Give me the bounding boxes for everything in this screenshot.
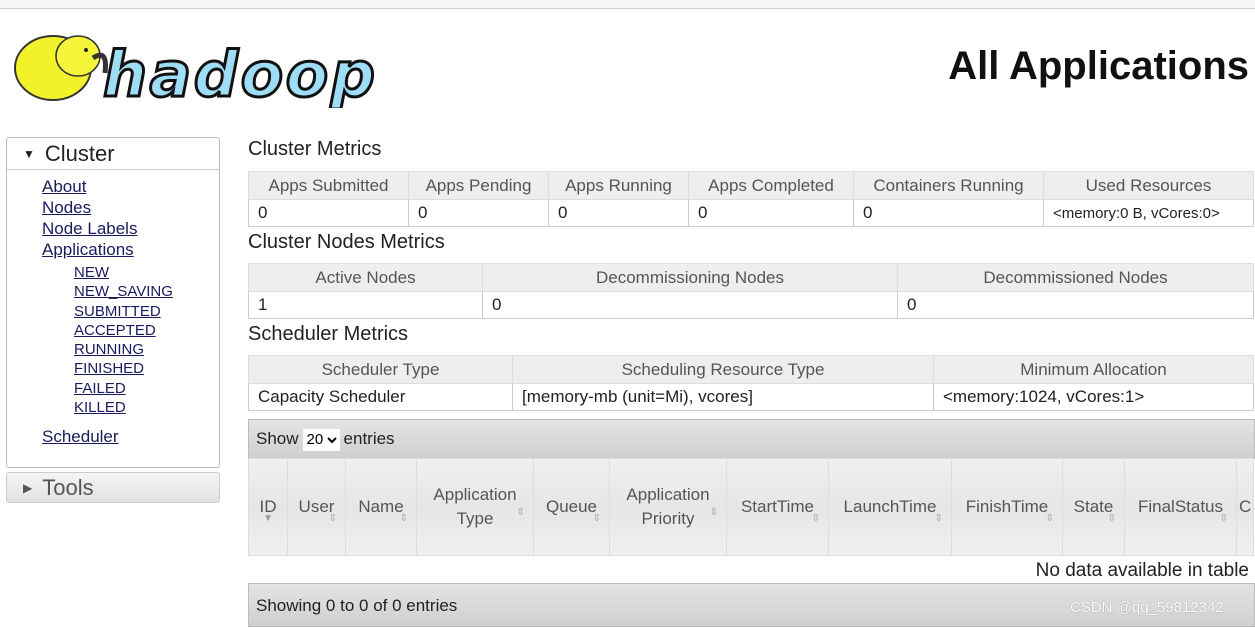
scheduler-metrics-title: Scheduler Metrics	[248, 323, 409, 345]
sort-icon: ⇳	[934, 513, 943, 524]
used-resources-value: <memory:0 B, vCores:0>	[1043, 199, 1254, 227]
col-more[interactable]: C	[1236, 458, 1254, 556]
col-name[interactable]: Name ⇳	[345, 458, 417, 556]
col-decommissioning-nodes: Decommissioning Nodes	[482, 263, 898, 292]
apps-running-value: 0	[548, 199, 689, 227]
table-length-bar: Show 20 entries	[248, 419, 1255, 459]
link-about[interactable]: About	[7, 176, 219, 197]
containers-running-value: 0	[853, 199, 1044, 227]
nodes-metrics-title: Cluster Nodes Metrics	[248, 231, 445, 253]
sort-icon: ⇳	[516, 507, 525, 518]
show-label: Show	[256, 429, 299, 448]
page-size-select[interactable]: 20	[302, 428, 340, 451]
sort-icon: ⇳	[592, 513, 601, 524]
col-queue[interactable]: Queue ⇳	[533, 458, 610, 556]
active-nodes-link[interactable]: 1	[258, 295, 267, 314]
link-state-failed[interactable]: FAILED	[7, 379, 219, 398]
sort-icon: ⇳	[1107, 513, 1116, 524]
tools-label: Tools	[42, 475, 94, 500]
col-active-nodes: Active Nodes	[248, 263, 483, 292]
col-scheduler-type: Scheduler Type	[248, 355, 513, 384]
sort-icon: ⇳	[1045, 513, 1054, 524]
link-node-labels[interactable]: Node Labels	[7, 218, 219, 239]
minimum-allocation-value: <memory:1024, vCores:1>	[933, 383, 1254, 411]
triangle-down-icon: ▼	[23, 147, 35, 161]
link-state-running[interactable]: RUNNING	[7, 340, 219, 359]
entries-label: entries	[343, 429, 395, 448]
scheduling-resource-type-value: [memory-mb (unit=Mi), vcores]	[512, 383, 934, 411]
col-scheduling-resource-type: Scheduling Resource Type	[512, 355, 934, 384]
cluster-metrics-table: Apps Submitted Apps Pending Apps Running Ap…	[248, 171, 1254, 227]
link-applications[interactable]: Applications	[7, 239, 219, 260]
link-nodes[interactable]: Nodes	[7, 197, 219, 218]
sort-desc-icon: ▼	[263, 513, 273, 524]
sort-icon: ⇳	[709, 507, 718, 518]
col-apps-completed: Apps Completed	[688, 171, 854, 200]
apps-submitted-value: 0	[248, 199, 409, 227]
col-id[interactable]: ID ▼	[248, 458, 288, 556]
col-finalstatus[interactable]: FinalStatus ⇳	[1124, 458, 1237, 556]
link-state-accepted[interactable]: ACCEPTED	[7, 321, 219, 340]
sort-icon: ⇳	[328, 513, 337, 524]
col-application-type[interactable]: Application Type ⇳	[416, 458, 534, 556]
scheduler-type-value: Capacity Scheduler	[248, 383, 513, 411]
col-application-priority[interactable]: Application Priority ⇳	[609, 458, 727, 556]
sort-icon: ⇳	[1219, 513, 1228, 524]
scheduler-metrics-table: Scheduler Type Scheduling Resource Type Mi…	[248, 355, 1254, 411]
apps-pending-value: 0	[408, 199, 549, 227]
col-apps-submitted: Apps Submitted	[248, 171, 409, 200]
sort-icon: ⇳	[811, 513, 820, 524]
col-used-resources: Used Resources	[1043, 171, 1254, 200]
col-finishtime[interactable]: FinishTime ⇳	[951, 458, 1063, 556]
hadoop-logo: hadoop	[14, 35, 377, 108]
triangle-right-icon: ▶	[23, 481, 33, 495]
empty-table-message: No data available in table	[1035, 560, 1249, 581]
nodes-metrics-table: Active Nodes Decommissioning Nodes Decommi…	[248, 263, 1254, 319]
link-state-new-saving[interactable]: NEW_SAVING	[7, 282, 219, 301]
col-apps-pending: Apps Pending	[408, 171, 549, 200]
col-starttime[interactable]: StartTime ⇳	[726, 458, 829, 556]
col-user[interactable]: User ⇳	[287, 458, 346, 556]
col-decommissioned-nodes: Decommissioned Nodes	[897, 263, 1254, 292]
link-state-killed[interactable]: KILLED	[7, 398, 219, 417]
sidebar-cluster: ▼ Cluster About Nodes Node Labels Applica…	[6, 137, 220, 468]
apps-completed-value: 0	[688, 199, 854, 227]
col-state[interactable]: State ⇳	[1062, 458, 1125, 556]
col-minimum-allocation: Minimum Allocation	[933, 355, 1254, 384]
col-launchtime[interactable]: LaunchTime ⇳	[828, 458, 952, 556]
apps-table: ID ▼ User ⇳ Name ⇳ Application Type ⇳ Queue ⇳…	[248, 458, 1254, 556]
link-state-new[interactable]: NEW	[7, 263, 219, 282]
link-scheduler[interactable]: Scheduler	[7, 426, 219, 447]
col-apps-running: Apps Running	[548, 171, 689, 200]
col-containers-running: Containers Running	[853, 171, 1044, 200]
decommissioned-nodes-link[interactable]: 0	[907, 295, 916, 314]
link-state-finished[interactable]: FINISHED	[7, 359, 219, 378]
link-state-submitted[interactable]: SUBMITTED	[7, 302, 219, 321]
svg-text:hadoop: hadoop	[103, 38, 375, 108]
cluster-header[interactable]: ▼ Cluster	[7, 138, 219, 170]
table-info: Showing 0 to 0 of 0 entries	[256, 596, 458, 615]
sort-icon: ⇳	[399, 513, 408, 524]
tools-header[interactable]: ▶ Tools	[6, 472, 220, 503]
cluster-metrics-title: Cluster Metrics	[248, 138, 382, 160]
page-title: All Applications	[948, 44, 1249, 88]
browser-top-edge	[0, 0, 1255, 9]
watermark: CSDN @qq_59812342	[1070, 599, 1224, 616]
decommissioning-nodes-link[interactable]: 0	[492, 295, 501, 314]
cluster-label: Cluster	[44, 141, 115, 166]
